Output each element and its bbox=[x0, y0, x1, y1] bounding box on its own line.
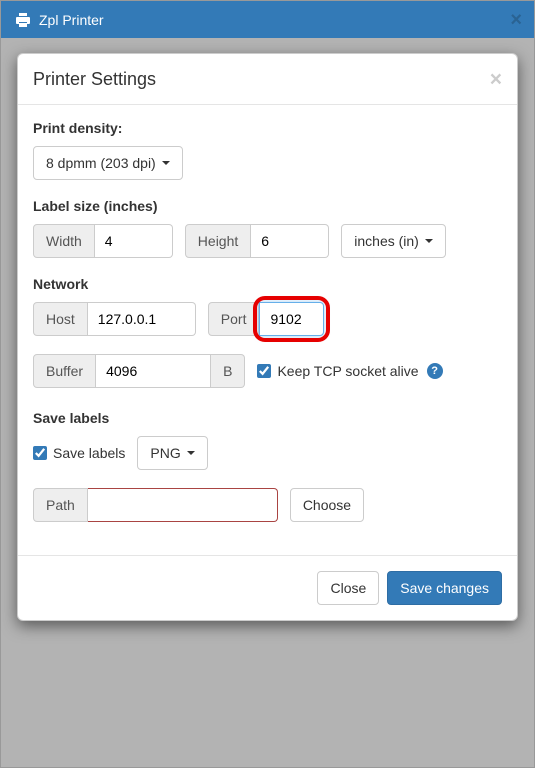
modal-close-button[interactable]: × bbox=[490, 69, 502, 90]
keep-alive-checkbox[interactable]: Keep TCP socket alive ? bbox=[257, 363, 442, 379]
save-labels-label: Save labels bbox=[33, 410, 502, 426]
buffer-addon: Buffer bbox=[33, 354, 96, 388]
path-group: Path bbox=[33, 488, 278, 522]
keep-alive-input[interactable] bbox=[257, 364, 271, 378]
host-group: Host bbox=[33, 302, 196, 336]
modal-footer: Close Save changes bbox=[18, 555, 517, 620]
save-labels-cblabel: Save labels bbox=[53, 445, 125, 461]
app-title: Zpl Printer bbox=[39, 12, 104, 28]
caret-down-icon bbox=[162, 161, 170, 165]
modal-title: Printer Settings bbox=[33, 69, 156, 90]
buffer-input[interactable] bbox=[96, 354, 211, 388]
network-label: Network bbox=[33, 276, 502, 292]
host-addon: Host bbox=[33, 302, 88, 336]
path-input[interactable] bbox=[88, 488, 278, 522]
height-addon: Height bbox=[185, 224, 251, 258]
keep-alive-label: Keep TCP socket alive bbox=[277, 363, 418, 379]
width-addon: Width bbox=[33, 224, 95, 258]
caret-down-icon bbox=[425, 239, 433, 243]
density-selected: 8 dpmm (203 dpi) bbox=[46, 155, 156, 171]
path-addon: Path bbox=[33, 488, 88, 522]
save-changes-button[interactable]: Save changes bbox=[387, 571, 502, 605]
density-label: Print density: bbox=[33, 120, 502, 136]
width-input[interactable] bbox=[95, 224, 173, 258]
unit-dropdown[interactable]: inches (in) bbox=[341, 224, 446, 258]
settings-modal: Printer Settings × Print density: 8 dpmm… bbox=[17, 53, 518, 621]
close-button[interactable]: Close bbox=[317, 571, 379, 605]
port-addon: Port bbox=[208, 302, 260, 336]
unit-selected: inches (in) bbox=[354, 233, 419, 249]
help-icon[interactable]: ? bbox=[427, 363, 443, 379]
width-group: Width bbox=[33, 224, 173, 258]
caret-down-icon bbox=[187, 451, 195, 455]
height-group: Height bbox=[185, 224, 329, 258]
buffer-group: Buffer B bbox=[33, 354, 245, 388]
modal-header: Printer Settings × bbox=[18, 54, 517, 105]
density-dropdown[interactable]: 8 dpmm (203 dpi) bbox=[33, 146, 183, 180]
save-labels-input[interactable] bbox=[33, 446, 47, 460]
workspace-backdrop: Printer Settings × Print density: 8 dpmm… bbox=[1, 38, 534, 767]
modal-body: Print density: 8 dpmm (203 dpi) Label si… bbox=[18, 105, 517, 555]
port-input[interactable] bbox=[259, 302, 324, 336]
printer-icon bbox=[15, 12, 31, 28]
titlebar: Zpl Printer × bbox=[1, 1, 534, 39]
format-dropdown[interactable]: PNG bbox=[137, 436, 207, 470]
save-labels-checkbox[interactable]: Save labels bbox=[33, 445, 125, 461]
buffer-unit: B bbox=[211, 354, 245, 388]
port-group: Port bbox=[208, 302, 325, 336]
window-close-icon[interactable]: × bbox=[510, 9, 522, 32]
choose-button[interactable]: Choose bbox=[290, 488, 364, 522]
format-selected: PNG bbox=[150, 445, 180, 461]
host-input[interactable] bbox=[88, 302, 196, 336]
height-input[interactable] bbox=[251, 224, 329, 258]
label-size-label: Label size (inches) bbox=[33, 198, 502, 214]
